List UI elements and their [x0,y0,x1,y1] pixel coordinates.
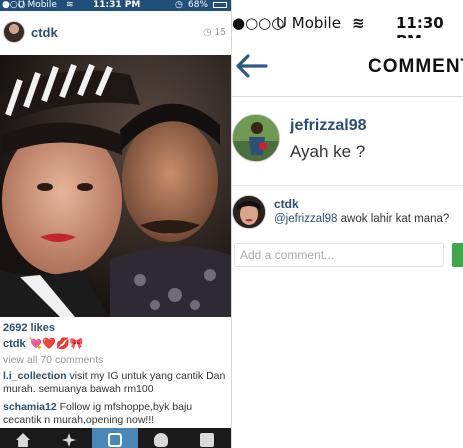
back-arrow-glyph [236,54,268,78]
status-time: 11:31 PM [93,0,141,10]
view-all-comments-link[interactable]: view all 70 comments [3,354,103,366]
battery-percent: 68% [188,0,209,10]
post-time: ◷ 15 [203,27,226,38]
alarm-icon: ◷ [175,0,183,10]
comment-body: awok lahir kat mana? [340,213,450,225]
comment-input[interactable]: Add a comment... [234,243,444,267]
wifi-icon: ≋ [66,0,74,10]
avatar[interactable] [232,114,280,162]
feed-panel: ●○○ U Mobile ≋ 11:31 PM ◷ 68% ctdk ◷ 15 [0,0,231,448]
photo-illustration [0,55,231,317]
list-item: schamia12 Follow ig mfshoppe,byk baju ce… [3,401,231,427]
carrier-label: U Mobile [18,0,57,10]
comments-panel: ●○○○ U Mobile ≋ 11:30 PM COMMENTS jefriz… [232,0,463,448]
tab-bar [0,428,231,448]
status-bar: ●○○ U Mobile ≋ 11:31 PM ◷ 68% [0,0,231,11]
activity-icon[interactable] [138,428,184,448]
caption: ctdk 💘❤️💋🎀 [3,337,83,350]
avatar-image [233,196,265,228]
post-photo[interactable] [0,55,231,317]
clock-icon: ◷ [203,27,215,38]
send-button[interactable] [452,243,463,267]
caption-text: 💘❤️💋🎀 [28,338,84,350]
mention-link[interactable]: @jefrizzal98 [274,213,337,225]
comment-username[interactable]: jefrizzal98 [290,117,366,135]
wifi-icon: ≋ [352,14,365,32]
carrier-label: U Mobile [276,14,341,32]
profile-icon[interactable] [184,428,230,448]
avatar-image [233,115,279,161]
comment-username[interactable]: schamia12 [3,401,57,413]
explore-icon[interactable] [46,428,92,448]
page-title: COMMENTS [368,56,463,77]
back-arrow-icon[interactable] [234,48,270,84]
comment-text: @jefrizzal98 awok lahir kat mana? [274,213,449,225]
camera-icon[interactable] [92,428,138,448]
comment-username[interactable]: l.i_collection [3,370,67,382]
avatar[interactable] [3,21,25,43]
battery-icon [213,2,227,8]
likes-count[interactable]: 2692 likes [3,322,55,334]
list-item: l.i_collection visit my IG untuk yang ca… [3,370,231,396]
home-icon[interactable] [0,428,46,448]
post-time-value: 15 [214,27,226,38]
caption-text: Ayah ke ? [290,142,366,161]
status-bar: ●○○○ U Mobile ≋ 11:30 PM [232,14,463,50]
avatar[interactable] [232,195,266,229]
post-username[interactable]: ctdk [31,25,58,40]
separator [232,185,463,186]
caption-username[interactable]: ctdk [3,338,26,350]
comment-username[interactable]: ctdk [274,197,299,211]
